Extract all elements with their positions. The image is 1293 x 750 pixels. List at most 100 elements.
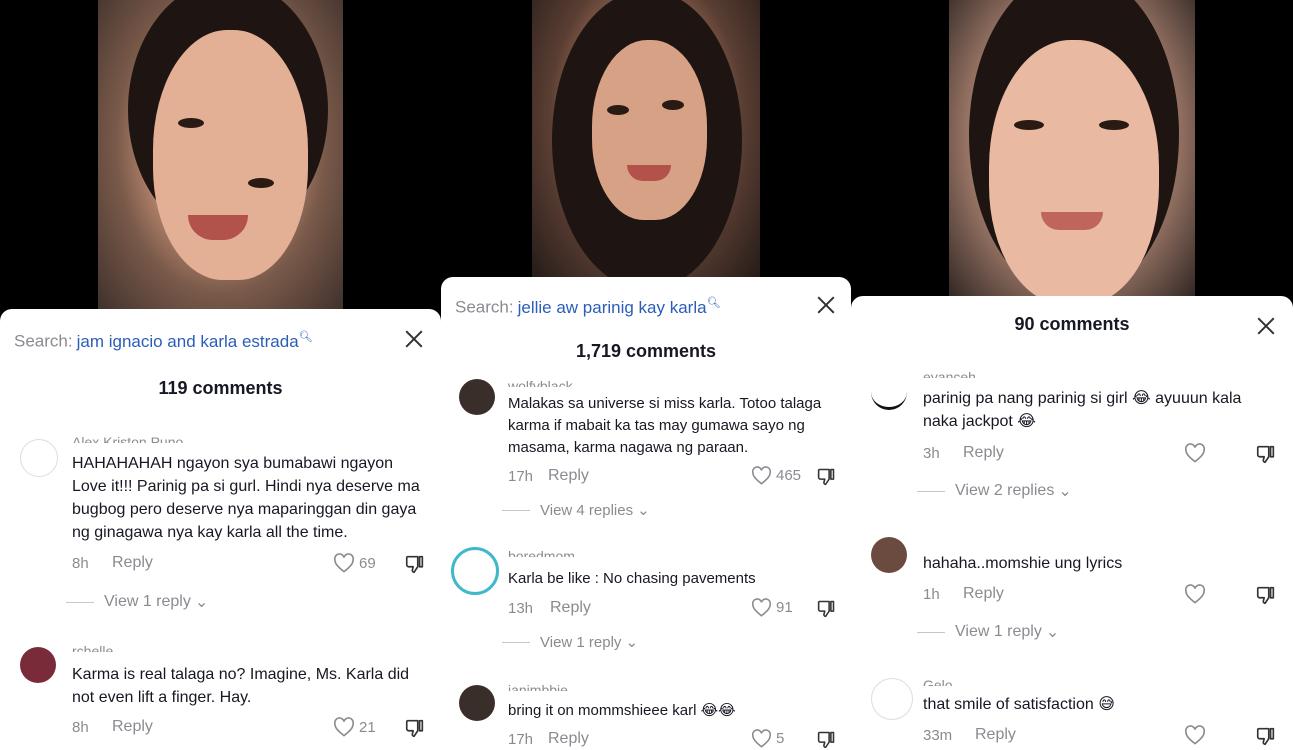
dislike-icon [817,600,835,618]
video-eye [1014,120,1044,130]
comment-text: bring it on mommshieee karl 😂😂 [508,702,736,719]
comments-panel-3: 90 comments eyanceh parinig pa nang pari… [851,0,1293,750]
comment-author[interactable]: boredmom [508,547,575,557]
close-icon[interactable] [815,294,837,316]
dislike-button[interactable] [404,553,426,575]
divider-line [502,509,530,511]
avatar[interactable] [451,547,499,595]
view-replies-button[interactable]: View 1 reply ⌄ [502,633,638,651]
like-button[interactable]: 91 [751,598,793,617]
comment-time: 8h [72,719,89,736]
view-replies-label: View 1 reply [104,593,191,610]
like-button[interactable] [1184,725,1206,745]
comments-panel-1: Search: jam ignacio and karla estrada🔍︎ 1… [0,0,441,750]
comment-time: 1h [923,586,940,603]
chevron-down-icon: ⌄ [637,502,650,519]
dislike-button[interactable] [404,717,426,739]
heart-icon [1184,443,1206,463]
comment-time: 8h [72,555,89,572]
heart-icon [1184,725,1206,745]
comment-author[interactable]: Gelo [923,676,953,686]
reply-button[interactable]: Reply [975,726,1016,744]
comment-count: 1,719 comments [575,341,717,361]
dislike-icon [1256,445,1275,464]
dislike-button[interactable] [1255,443,1277,465]
reply-button[interactable]: Reply [548,730,589,748]
like-button[interactable] [1184,584,1206,604]
comment-author[interactable]: eyanceh [923,368,976,378]
view-replies-label: View 2 replies [955,482,1055,499]
dislike-icon [1256,586,1275,605]
comment-sheet: 90 comments eyanceh parinig pa nang pari… [851,296,1293,750]
video-frame[interactable] [949,0,1195,305]
comment-text: hahaha..momshie ung lyrics [923,555,1123,572]
avatar[interactable] [459,685,495,721]
video-eye [607,105,629,115]
like-button[interactable]: 5 [751,729,784,748]
divider-line [917,490,945,492]
video-frame[interactable] [98,0,343,320]
video-eye [1099,120,1129,130]
video-face [989,40,1159,305]
like-button[interactable]: 21 [333,717,376,737]
comment-count: 119 comments [158,378,283,398]
view-replies-button[interactable]: View 1 reply ⌄ [917,622,1059,642]
search-term[interactable]: jellie aw parinig kay karla [518,298,707,317]
heart-icon [752,466,771,485]
close-icon[interactable] [403,328,425,350]
reply-button[interactable]: Reply [963,585,1004,603]
like-count: 465 [776,467,802,484]
like-button[interactable] [1184,443,1206,463]
divider-line [66,601,94,603]
comment-author[interactable]: janimbbie [508,681,568,691]
like-button[interactable]: 465 [751,466,801,485]
comment-item: eyanceh parinig pa nang parinig si girl … [851,366,1293,506]
dislike-button[interactable] [1255,725,1277,747]
comment-author[interactable]: ..... [923,533,942,543]
heart-icon [752,598,771,617]
avatar[interactable] [459,379,495,415]
like-button[interactable]: 69 [333,553,376,573]
reply-button[interactable]: Reply [112,554,153,572]
avatar[interactable] [871,374,907,410]
reply-button[interactable]: Reply [548,467,589,485]
reply-button[interactable]: Reply [550,599,591,617]
heart-icon [1184,584,1206,604]
search-suggestion[interactable]: Search: jam ignacio and karla estrada🔍︎ [14,330,313,352]
like-count: 5 [776,730,785,747]
avatar[interactable] [20,647,56,683]
comment-sheet: Search: jellie aw parinig kay karla🔍︎ 1,7… [441,277,851,750]
dislike-button[interactable] [816,466,837,487]
comment-author[interactable]: Alex Kriston Puno [72,433,183,443]
dislike-icon [405,719,424,738]
view-replies-button[interactable]: View 2 replies ⌄ [917,481,1072,501]
reply-button[interactable]: Reply [963,444,1004,462]
close-icon[interactable] [1255,315,1277,337]
avatar[interactable] [871,678,913,720]
video-frame[interactable] [532,0,760,290]
search-suggestion[interactable]: Search: jellie aw parinig kay karla🔍︎ [455,296,721,318]
heart-icon [333,717,355,737]
comment-time: 13h [508,600,534,617]
search-icon: 🔍︎ [706,297,721,309]
comment-item: Gelo that smile of satisfaction 😅 33m Re… [851,674,1293,750]
view-replies-button[interactable]: View 4 replies ⌄ [502,501,650,519]
avatar[interactable] [871,537,907,573]
heart-icon [333,553,355,573]
comment-text: Malakas sa universe si miss karla. Totoo… [508,395,822,456]
video-face [153,30,308,280]
view-replies-label: View 4 replies [540,501,634,519]
view-replies-button[interactable]: View 1 reply ⌄ [66,592,208,612]
avatar[interactable] [20,439,58,477]
dislike-button[interactable] [1255,584,1277,606]
video-eye [178,118,204,128]
like-count: 69 [359,554,376,572]
dislike-button[interactable] [816,598,837,619]
comment-author[interactable]: wolfyblack [508,377,573,387]
comment-item: ..... hahaha..momshie ung lyrics 1h Repl… [851,531,1293,651]
dislike-button[interactable] [816,729,837,750]
comment-count: 90 comments [1014,314,1130,334]
search-term[interactable]: jam ignacio and karla estrada [77,332,299,351]
comment-author[interactable]: rchelle [72,642,113,652]
reply-button[interactable]: Reply [112,718,153,736]
